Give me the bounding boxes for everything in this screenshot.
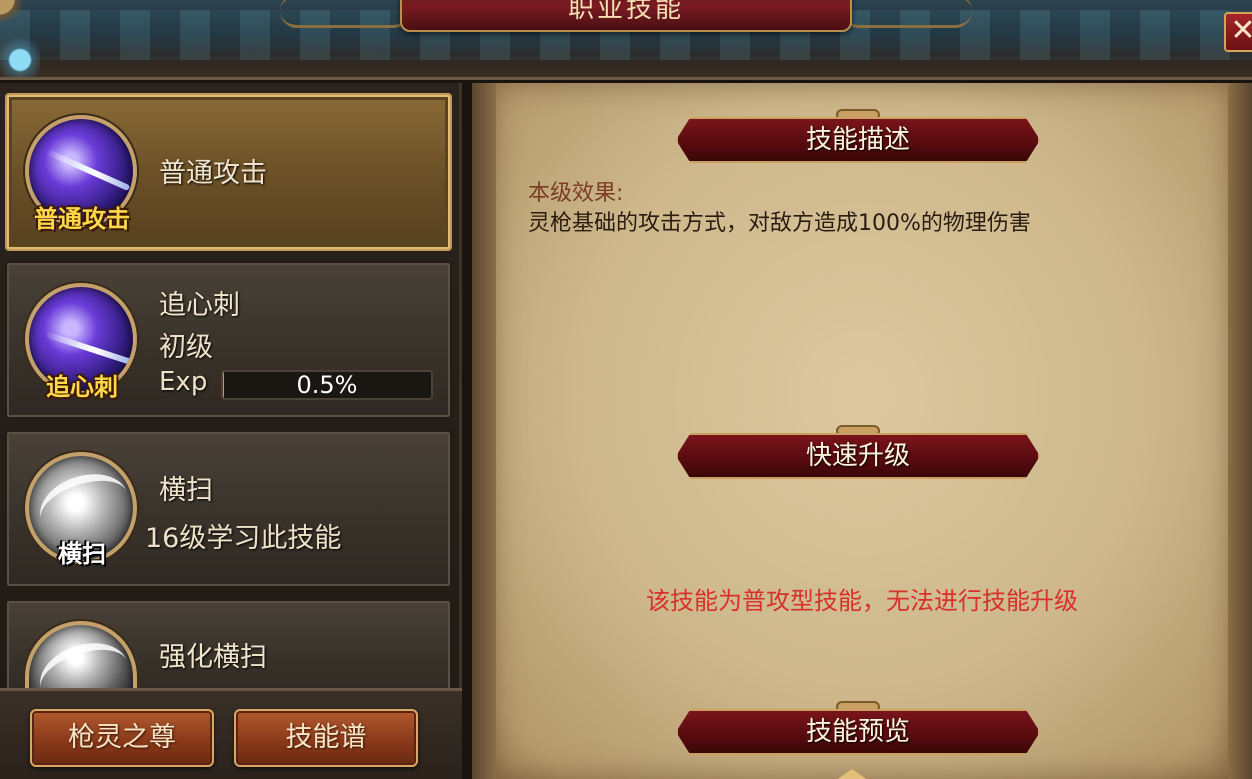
water-splash-decoration xyxy=(0,30,40,77)
parchment-edge xyxy=(472,83,496,779)
description-header: 技能描述 xyxy=(805,125,910,155)
upgrade-warning: 该技能为普攻型技能，无法进行技能升级 xyxy=(646,587,1078,615)
skill-name: 强化横扫 xyxy=(159,642,267,673)
blade-shape xyxy=(45,148,131,192)
skill-item-basic-attack[interactable]: 普通攻击 普通攻击 xyxy=(5,93,452,251)
skill-name: 追心刺 xyxy=(159,290,240,321)
window-title: 职业技能 xyxy=(567,0,684,24)
skill-requirement: 16级学习此技能 xyxy=(145,523,342,554)
skill-icon-caption: 普通攻击 xyxy=(34,205,130,233)
skill-item-enhanced-sweep[interactable]: 强化横扫 xyxy=(5,599,452,701)
spear-spirit-button[interactable]: 枪灵之尊 xyxy=(30,709,214,767)
close-icon: ✕ xyxy=(1230,13,1252,48)
close-button[interactable]: ✕ xyxy=(1224,12,1252,52)
upgrade-header: 快速升级 xyxy=(805,441,910,471)
preview-header: 技能预览 xyxy=(805,717,910,747)
exp-value: 0.5% xyxy=(296,371,358,399)
expand-arrow-icon[interactable] xyxy=(832,769,872,779)
skill-list: 普通攻击 普通攻击 追心刺 追心刺 初级 Exp 0.5% 横扫 横扫 16级学… xyxy=(0,83,462,779)
exp-progress-bar: 0.5% xyxy=(221,370,433,400)
exp-label: Exp xyxy=(159,367,208,397)
skill-item-sweep[interactable]: 横扫 横扫 16级学习此技能 xyxy=(5,430,452,588)
right-ornament xyxy=(842,0,972,28)
bottom-toolbar: 枪灵之尊 技能谱 xyxy=(0,688,462,779)
title-bar: 职业技能 ✕ xyxy=(0,0,1252,80)
effect-label: 本级效果: xyxy=(528,181,624,206)
skill-name: 普通攻击 xyxy=(159,158,267,189)
skill-icon-caption: 追心刺 xyxy=(46,373,118,401)
skill-book-button[interactable]: 技能谱 xyxy=(234,709,418,767)
effect-text: 灵枪基础的攻击方式，对敌方造成100%的物理伤害 xyxy=(528,211,1031,236)
blade-shape xyxy=(44,331,132,365)
skill-name: 横扫 xyxy=(159,475,213,506)
left-ornament xyxy=(280,0,410,28)
parchment-edge xyxy=(1228,83,1252,779)
skill-icon-caption: 横扫 xyxy=(58,540,106,568)
skill-detail-panel: 技能描述 本级效果: 灵枪基础的攻击方式，对敌方造成100%的物理伤害 快速升级… xyxy=(472,83,1252,779)
skill-level: 初级 xyxy=(159,332,213,363)
skill-item-pierce[interactable]: 追心刺 追心刺 初级 Exp 0.5% xyxy=(5,261,452,419)
